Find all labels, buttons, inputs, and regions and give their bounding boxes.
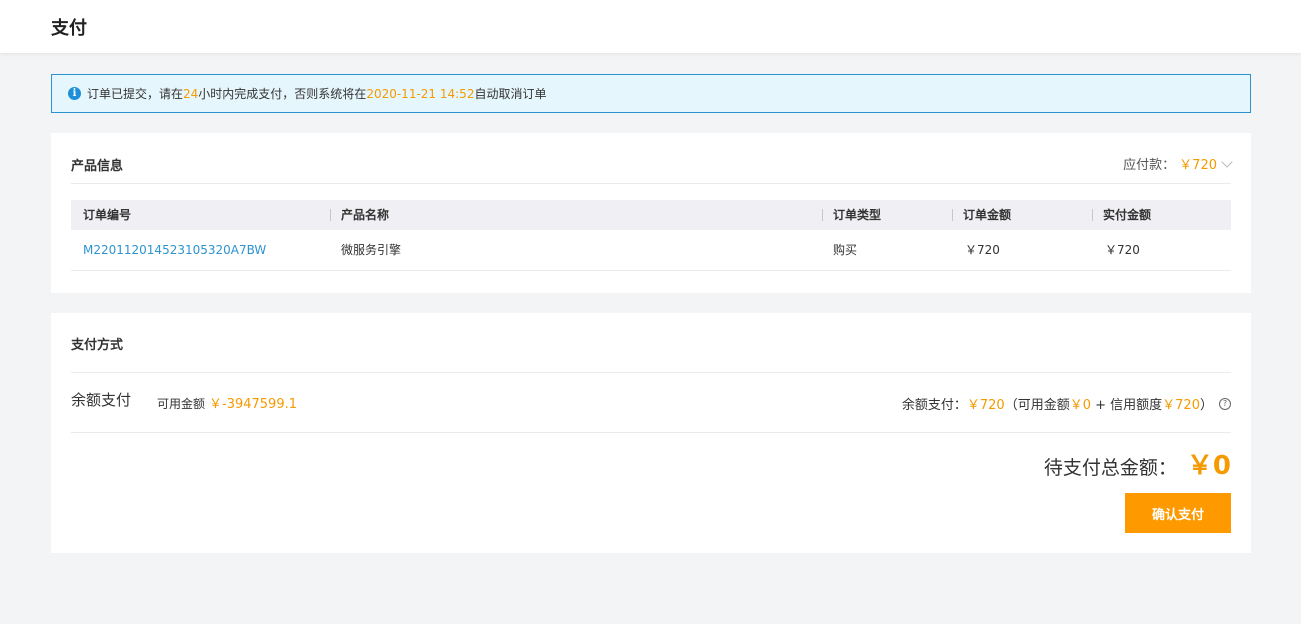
total-due-value: ￥0 — [1186, 451, 1231, 481]
order-type: 购买 — [833, 243, 858, 257]
column-separator — [330, 209, 331, 221]
product-name: 微服务引擎 — [341, 243, 402, 257]
amount-due-value: ￥720 — [1179, 158, 1217, 173]
balance-payment-summary: 余额支付： ￥720 （可用金额 ￥0 + 信用额度 ￥720 ） ? — [902, 394, 1231, 413]
column-header: 订单类型 — [833, 208, 882, 222]
notice-text-1: 订单已提交，请在 — [87, 87, 184, 101]
payment-method-title: 支付方式 — [71, 338, 124, 353]
confirm-payment-button[interactable]: 确认支付 — [1125, 493, 1231, 533]
summary-plus: + 信用额度 — [1090, 398, 1163, 413]
summary-available: ￥0 — [1069, 398, 1091, 413]
order-number-link[interactable]: M220112014523105320A7BW — [83, 230, 266, 271]
order-table-header: 订单编号 产品名称 订单类型 订单金额 实付金额 — [71, 200, 1231, 230]
available-balance: 可用金额 ￥-3947599.1 — [157, 393, 297, 412]
total-due: 待支付总金额： ￥0 — [1044, 445, 1231, 482]
summary-amount: ￥720 — [966, 398, 1005, 413]
payment-method-card: 支付方式 余额支付 可用金额 ￥-3947599.1 余额支付： ￥720 （可用… — [51, 313, 1251, 553]
column-header: 订单金额 — [963, 208, 1012, 222]
divider — [71, 372, 1231, 373]
divider — [71, 183, 1231, 184]
notice-deadline: 2020-11-21 14:52 — [366, 86, 475, 101]
page-title: 支付 — [51, 18, 87, 39]
column-header: 产品名称 — [341, 208, 390, 222]
product-info-title: 产品信息 — [71, 159, 124, 174]
table-row: M220112014523105320A7BW 微服务引擎 购买 ￥720 ￥7… — [71, 230, 1231, 271]
column-separator — [1092, 209, 1093, 221]
summary-close: ） — [1199, 398, 1213, 413]
order-notice-banner: i 订单已提交，请在 24 小时内完成支付，否则系统将在 2020-11-21 … — [51, 74, 1251, 113]
summary-label: 余额支付： — [901, 398, 967, 413]
column-header: 实付金额 — [1103, 208, 1152, 222]
amount-due-toggle[interactable]: 应付款： ￥720 — [1123, 154, 1233, 173]
divider — [71, 432, 1231, 433]
info-icon: i — [68, 87, 81, 100]
order-amount: ￥720 — [965, 243, 1000, 257]
column-separator — [952, 209, 953, 221]
total-due-label: 待支付总金额： — [1043, 457, 1177, 479]
summary-credit: ￥720 — [1162, 398, 1200, 413]
chevron-down-icon[interactable] — [1221, 155, 1233, 168]
available-label: 可用金额 — [157, 397, 206, 411]
help-icon[interactable]: ? — [1219, 397, 1231, 410]
notice-text-3: 自动取消订单 — [474, 87, 547, 101]
column-separator — [822, 209, 823, 221]
paid-amount: ￥720 — [1105, 243, 1140, 257]
column-header: 订单编号 — [83, 208, 132, 222]
page-header: 支付 — [0, 0, 1301, 53]
product-info-card: 产品信息 应付款： ￥720 订单编号 产品名称 订单类型 订单金额 实付金额 … — [51, 133, 1251, 293]
notice-text-2: 小时内完成支付，否则系统将在 — [198, 87, 367, 101]
notice-hours: 24 — [183, 86, 199, 101]
balance-payment-label: 余额支付 — [71, 391, 132, 409]
available-value: ￥-3947599.1 — [209, 397, 298, 412]
amount-due-label: 应付款： — [1123, 158, 1176, 173]
summary-open: （可用金额 — [1004, 398, 1070, 413]
